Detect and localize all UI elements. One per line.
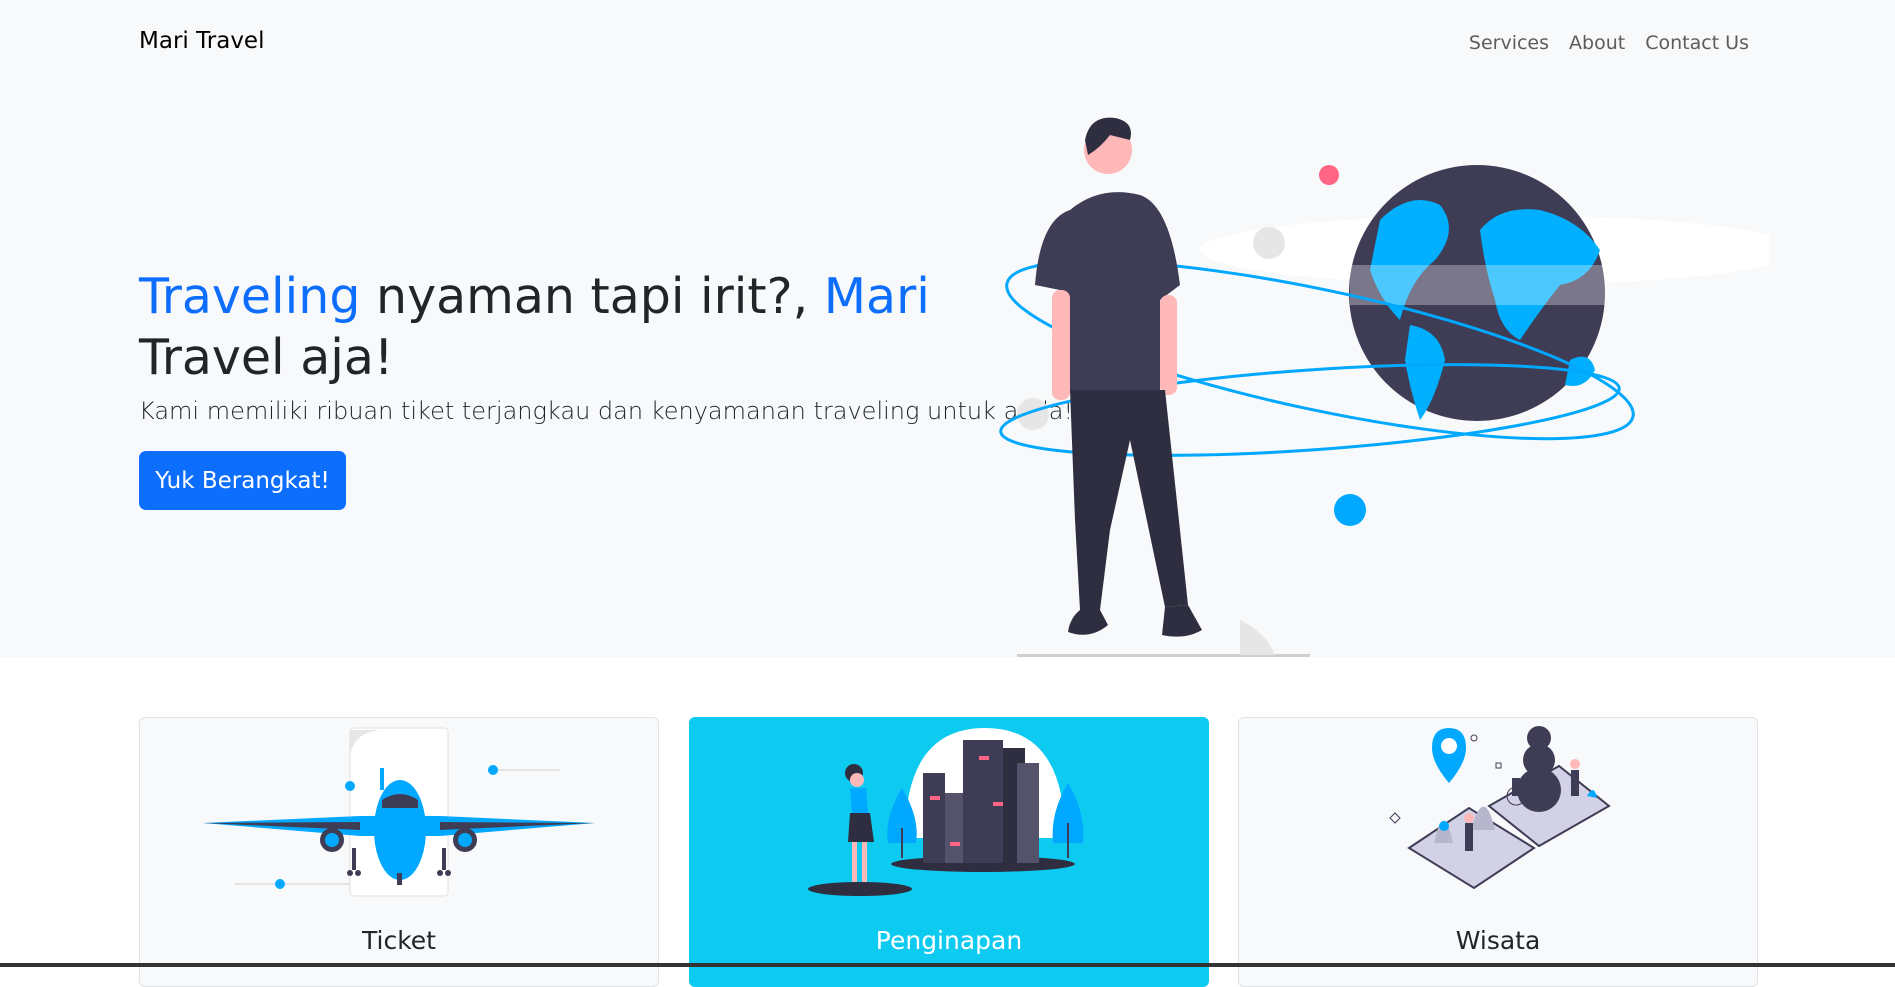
brand-logo[interactable]: Mari Travel [139,28,264,54]
nav-link-contact[interactable]: Contact Us [1645,32,1749,54]
headline-highlight-mari: Mari [823,268,930,325]
headline-highlight-traveling: Traveling [139,268,361,325]
headline-text-end: Travel aja! [139,329,394,386]
service-card-penginapan[interactable]: Penginapan [689,717,1209,987]
traveler-globe-illustration [999,117,1770,657]
airplane-illustration [203,727,595,897]
service-card-ticket[interactable]: Ticket [139,717,659,987]
hero-lead-text: Kami memiliki ribuan tiket terjangkau da… [139,397,1074,425]
main-nav: Services About Contact Us [1469,32,1749,54]
card-title-wisata: Wisata [1455,926,1541,955]
tourism-map-illustration [1389,726,1611,890]
service-card-wisata[interactable]: Wisata [1238,717,1758,987]
hero-section: Mari Travel Services About Contact Us Tr… [0,0,1895,657]
city-hotel-illustration [808,728,1084,896]
card-title-ticket: Ticket [362,926,436,955]
headline-text: nyaman tapi irit?, [360,268,824,325]
cta-button[interactable]: Yuk Berangkat! [139,451,346,510]
card-title-penginapan: Penginapan [875,926,1023,955]
nav-link-services[interactable]: Services [1469,32,1549,54]
nav-link-about[interactable]: About [1569,32,1625,54]
hero-headline: Traveling nyaman tapi irit?, Mari Travel … [139,266,959,388]
window-bottom-edge [0,963,1895,967]
